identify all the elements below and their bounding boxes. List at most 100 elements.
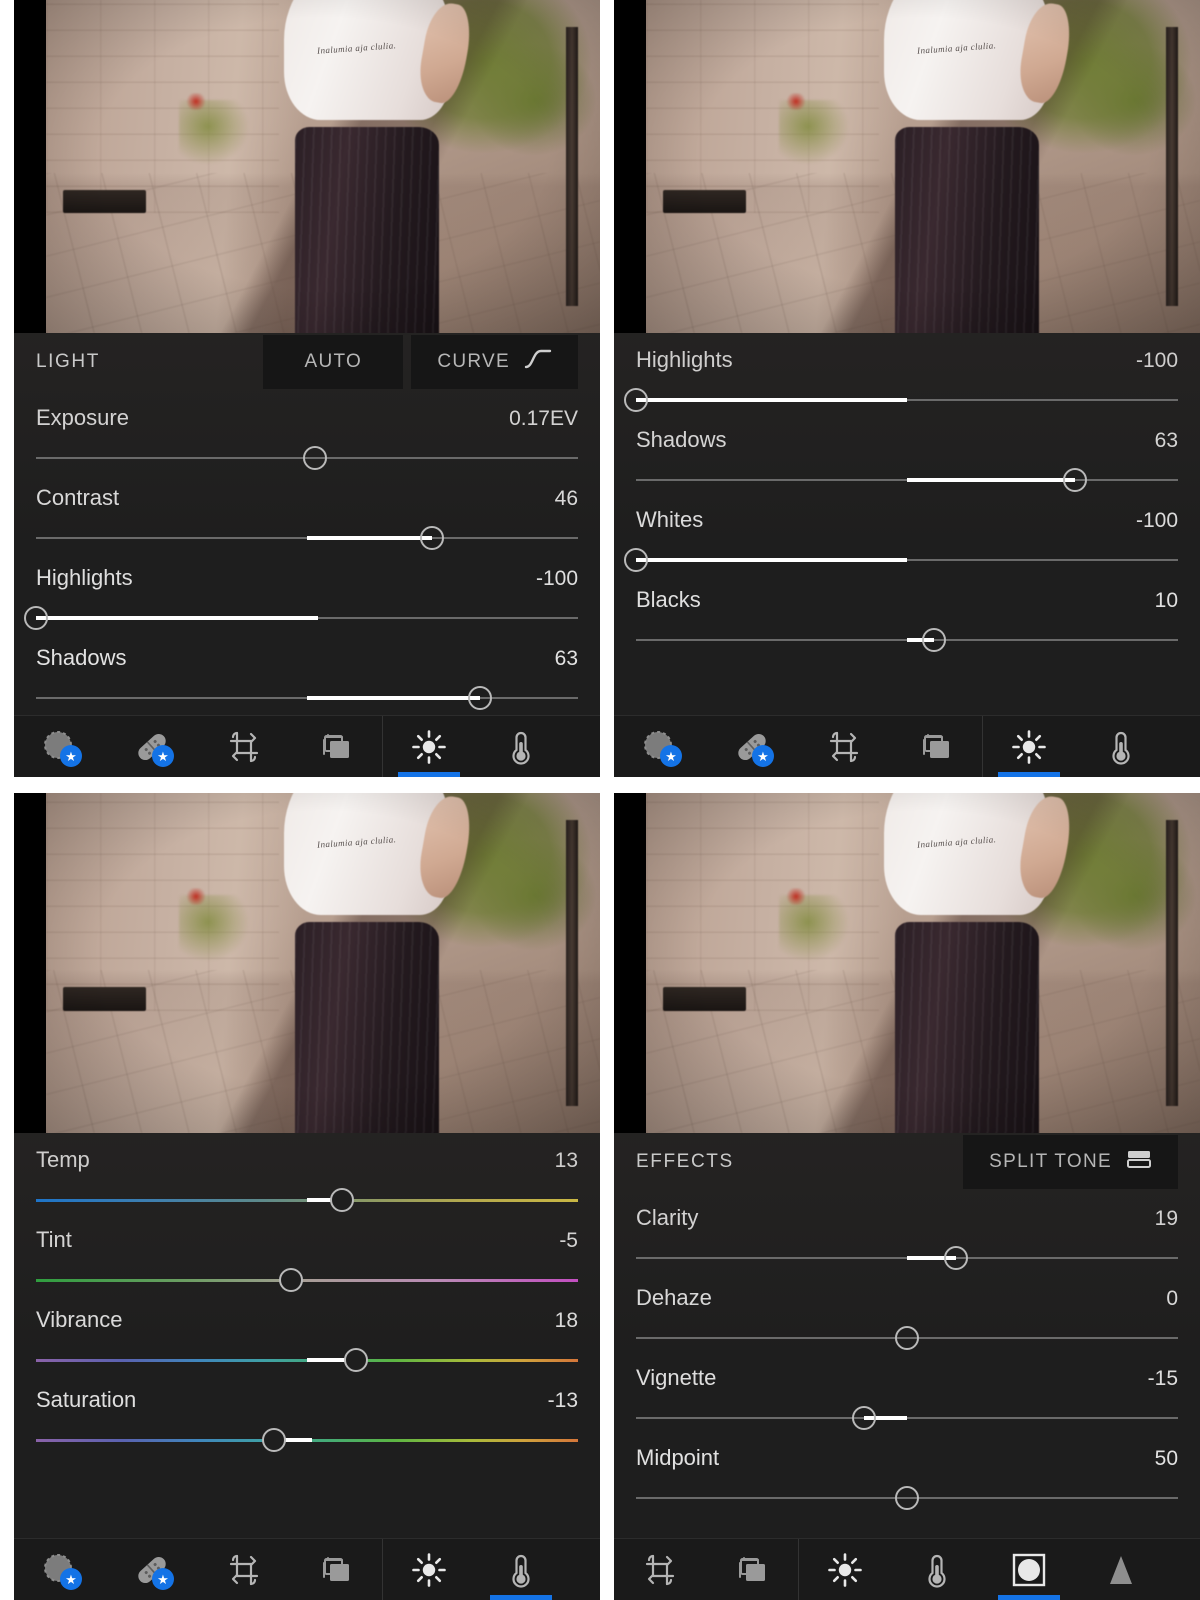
section-header-effects: EFFECTS SPLIT TONE (636, 1133, 1178, 1191)
slider-knob-vibrance[interactable] (343, 1348, 368, 1372)
toolbar-light-button[interactable] (799, 1539, 891, 1600)
slider-vibrance[interactable] (36, 1347, 578, 1373)
control-label-saturation: Saturation (36, 1387, 137, 1412)
toolbar-presets-layers-button[interactable] (706, 1539, 798, 1600)
slider-tint[interactable] (36, 1267, 578, 1293)
slider-knob-whites[interactable] (624, 548, 648, 572)
toolbar-selective-masking-button[interactable]: ★ (614, 716, 706, 777)
toolbar-crop-button[interactable] (614, 1539, 706, 1600)
toolbar-presets-layers-button[interactable] (290, 1539, 382, 1600)
toolbar-color-button[interactable] (891, 1539, 983, 1600)
toolbar-color-button[interactable] (1075, 716, 1167, 777)
slider-knob-highlights[interactable] (624, 388, 648, 412)
toolbar-selective-masking-button[interactable]: ★ (14, 1539, 106, 1600)
control-head-shadows: Shadows 63 (636, 427, 1178, 453)
photo-preview[interactable]: Inalumia aja clulia. (614, 793, 1200, 1133)
slider-knob-saturation[interactable] (262, 1428, 287, 1452)
toolbar-presets-layers-button[interactable] (290, 716, 382, 777)
crop-icon (642, 1552, 678, 1588)
slider-temp[interactable] (36, 1187, 578, 1213)
control-row-highlights: Highlights -100 (624, 333, 1178, 413)
photo-preview[interactable]: Inalumia aja clulia. (14, 0, 600, 333)
toolbar-group-right (383, 716, 567, 777)
control-row-vibrance: Vibrance 18 (36, 1293, 578, 1373)
slider-knob-midpoint[interactable] (895, 1486, 919, 1510)
slider-knob-shadows[interactable] (1063, 468, 1088, 492)
slider-shadows[interactable] (36, 685, 578, 711)
toolbar-healing-brush-button[interactable]: ★ (106, 716, 198, 777)
panel-light-1: Inalumia aja clulia. LIGHT AUTO CURVE Ex… (14, 0, 600, 777)
control-label-shadows: Shadows (36, 645, 127, 670)
photo-preview[interactable]: Inalumia aja clulia. (614, 0, 1200, 333)
slider-saturation[interactable] (36, 1427, 578, 1453)
control-row-tint: Tint -5 (36, 1213, 578, 1293)
split-tone-button[interactable]: SPLIT TONE (963, 1135, 1178, 1189)
curve-button[interactable]: CURVE (411, 335, 578, 389)
toolbar-healing-brush-button[interactable]: ★ (106, 1539, 198, 1600)
bottom-toolbar (614, 1538, 1200, 1600)
toolbar-effects-button[interactable] (983, 1539, 1075, 1600)
toolbar-crop-button[interactable] (198, 1539, 290, 1600)
slider-knob-temp[interactable] (330, 1188, 355, 1212)
slider-knob-blacks[interactable] (922, 628, 947, 652)
vignette-overlay (646, 0, 1200, 333)
control-head-vibrance: Vibrance 18 (36, 1307, 578, 1333)
slider-clarity[interactable] (636, 1245, 1178, 1271)
toolbar-light-button[interactable] (383, 716, 475, 777)
controls-panel-light-1: LIGHT AUTO CURVE Exposure 0.17EV Contras… (14, 333, 600, 715)
slider-midpoint[interactable] (636, 1485, 1178, 1511)
control-value-shadows: 63 (1154, 429, 1178, 452)
control-head-saturation: Saturation -13 (36, 1387, 578, 1413)
slider-knob-contrast[interactable] (419, 526, 444, 550)
slider-knob-tint[interactable] (278, 1268, 303, 1292)
toolbar-color-button[interactable] (475, 1539, 567, 1600)
panel-color: Inalumia aja clulia. Temp 13 Tint -5 (14, 793, 600, 1600)
slider-knob-vignette[interactable] (851, 1406, 876, 1430)
slider-exposure[interactable] (36, 445, 578, 471)
slider-knob-shadows[interactable] (468, 686, 493, 710)
slider-knob-highlights[interactable] (24, 606, 48, 630)
auto-button[interactable]: AUTO (263, 335, 404, 389)
slider-knob-exposure[interactable] (303, 446, 328, 470)
slider-fill-contrast (307, 536, 432, 540)
slider-contrast[interactable] (36, 525, 578, 551)
split-tone-icon (1126, 1148, 1152, 1176)
presets-layers-icon (319, 731, 353, 763)
slider-blacks[interactable] (636, 627, 1178, 653)
slider-knob-dehaze[interactable] (895, 1326, 919, 1350)
slider-whites[interactable] (624, 547, 1178, 573)
slider-knob-clarity[interactable] (943, 1246, 968, 1270)
toolbar-group-right (983, 716, 1167, 777)
photo-preview[interactable]: Inalumia aja clulia. (14, 793, 600, 1133)
toolbar-crop-button[interactable] (198, 716, 290, 777)
control-head-temp: Temp 13 (36, 1147, 578, 1173)
toolbar-group-left (614, 1539, 798, 1600)
slider-vignette[interactable] (636, 1405, 1178, 1431)
toolbar-selective-masking-button[interactable]: ★ (14, 716, 106, 777)
panel-grid: Inalumia aja clulia. LIGHT AUTO CURVE Ex… (0, 0, 1200, 1600)
toolbar-crop-button[interactable] (798, 716, 890, 777)
bottom-toolbar: ★ ★ (14, 1538, 600, 1600)
slider-fill-highlights (636, 398, 907, 402)
control-value-shadows: 63 (554, 647, 578, 670)
control-value-highlights: -100 (1135, 349, 1178, 372)
toolbar-light-button[interactable] (983, 716, 1075, 777)
vignette-overlay (646, 793, 1200, 1133)
slider-shadows[interactable] (636, 467, 1178, 493)
toolbar-presets-layers-button[interactable] (890, 716, 982, 777)
section-title: LIGHT (36, 351, 100, 372)
crop-icon (826, 729, 862, 765)
slider-highlights[interactable] (624, 387, 1178, 413)
control-head-whites: Whites -100 (636, 507, 1178, 533)
presets-layers-icon (319, 1554, 353, 1586)
control-head-tint: Tint -5 (36, 1227, 578, 1253)
control-value-exposure: 0.17EV (509, 407, 578, 430)
toolbar-healing-brush-button[interactable]: ★ (706, 716, 798, 777)
toolbar-light-button[interactable] (383, 1539, 475, 1600)
toolbar-detail-button[interactable] (1075, 1539, 1167, 1600)
slider-highlights[interactable] (24, 605, 578, 631)
slider-dehaze[interactable] (636, 1325, 1178, 1351)
toolbar-color-button[interactable] (475, 716, 567, 777)
control-value-tint: -5 (559, 1229, 578, 1252)
control-row-highlights: Highlights -100 (24, 551, 578, 631)
